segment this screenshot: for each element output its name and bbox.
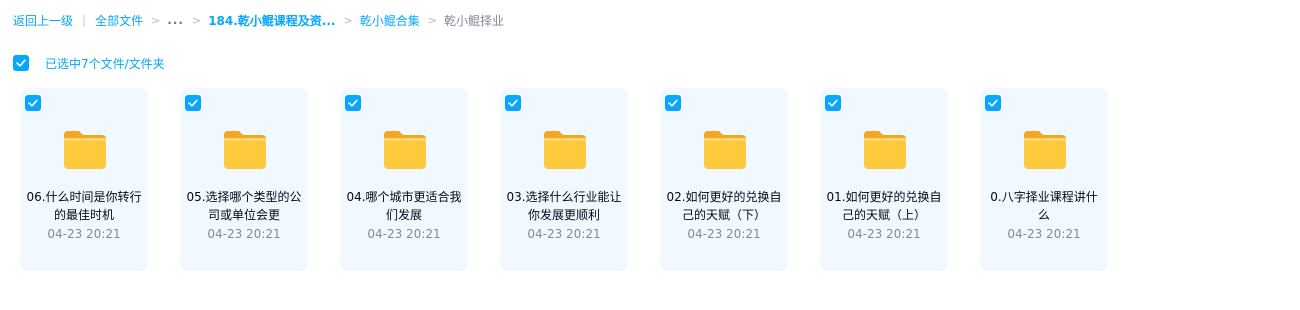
breadcrumb-ellipsis[interactable]: ... (167, 13, 184, 27)
check-icon (828, 99, 838, 107)
file-checkbox[interactable] (345, 95, 361, 111)
file-card[interactable]: 02.如何更好的兑换自己的天赋（下） 04-23 20:21 (660, 88, 788, 271)
file-date: 04-23 20:21 (207, 227, 281, 241)
breadcrumb-separator: > (427, 13, 437, 27)
folder-icon (1024, 131, 1066, 169)
file-checkbox[interactable] (185, 95, 201, 111)
file-card[interactable]: 04.哪个城市更适合我们发展 04-23 20:21 (340, 88, 468, 271)
file-checkbox[interactable] (25, 95, 41, 111)
file-checkbox[interactable] (985, 95, 1001, 111)
breadcrumb-divider: | (82, 13, 87, 27)
breadcrumb-separator: > (151, 13, 161, 27)
file-card[interactable]: 05.选择哪个类型的公司或单位会更 04-23 20:21 (180, 88, 308, 271)
file-card[interactable]: 03.选择什么行业能让你发展更顺利 04-23 20:21 (500, 88, 628, 271)
file-card[interactable]: 01.如何更好的兑换自己的天赋（上） 04-23 20:21 (820, 88, 948, 271)
file-card[interactable]: 0.八字择业课程讲什么 04-23 20:21 (980, 88, 1108, 271)
folder-icon (864, 131, 906, 169)
file-card[interactable]: 06.什么时间是你转行的最佳时机 04-23 20:21 (20, 88, 148, 271)
file-name[interactable]: 03.选择什么行业能让你发展更顺利 (506, 188, 622, 224)
breadcrumb: 返回上一级 | 全部文件 > ... > 184.乾小鲲课程及资... > 乾小… (13, 11, 504, 29)
select-all-checkbox[interactable] (13, 55, 29, 71)
file-name[interactable]: 05.选择哪个类型的公司或单位会更 (186, 188, 302, 224)
check-icon (188, 99, 198, 107)
file-date: 04-23 20:21 (687, 227, 761, 241)
breadcrumb-separator: > (191, 13, 202, 27)
breadcrumb-root[interactable]: 全部文件 (95, 12, 143, 29)
check-icon (28, 99, 38, 107)
file-date: 04-23 20:21 (1007, 227, 1081, 241)
file-checkbox[interactable] (665, 95, 681, 111)
breadcrumb-separator: > (343, 13, 353, 27)
select-all-bar: 已选中7个文件/文件夹 (13, 55, 165, 71)
folder-icon (544, 131, 586, 169)
file-date: 04-23 20:21 (847, 227, 921, 241)
check-icon (16, 59, 26, 67)
folder-icon (704, 131, 746, 169)
selection-count-label: 已选中7个文件/文件夹 (45, 56, 165, 71)
breadcrumb-item-course[interactable]: 184.乾小鲲课程及资... (208, 12, 335, 29)
file-name[interactable]: 01.如何更好的兑换自己的天赋（上） (826, 188, 942, 224)
file-date: 04-23 20:21 (47, 227, 121, 241)
file-date: 04-23 20:21 (367, 227, 441, 241)
file-name[interactable]: 02.如何更好的兑换自己的天赋（下） (666, 188, 782, 224)
check-icon (668, 99, 678, 107)
file-checkbox[interactable] (505, 95, 521, 111)
file-name[interactable]: 04.哪个城市更适合我们发展 (346, 188, 462, 224)
file-name[interactable]: 0.八字择业课程讲什么 (986, 188, 1102, 224)
check-icon (988, 99, 998, 107)
check-icon (348, 99, 358, 107)
folder-icon (224, 131, 266, 169)
folder-icon (384, 131, 426, 169)
file-date: 04-23 20:21 (527, 227, 601, 241)
folder-icon (64, 131, 106, 169)
file-checkbox[interactable] (825, 95, 841, 111)
back-link[interactable]: 返回上一级 (13, 12, 73, 29)
breadcrumb-current: 乾小鲲择业 (443, 13, 504, 28)
check-icon (508, 99, 518, 107)
file-name[interactable]: 06.什么时间是你转行的最佳时机 (26, 188, 142, 224)
breadcrumb-item-collection[interactable]: 乾小鲲合集 (360, 12, 420, 29)
